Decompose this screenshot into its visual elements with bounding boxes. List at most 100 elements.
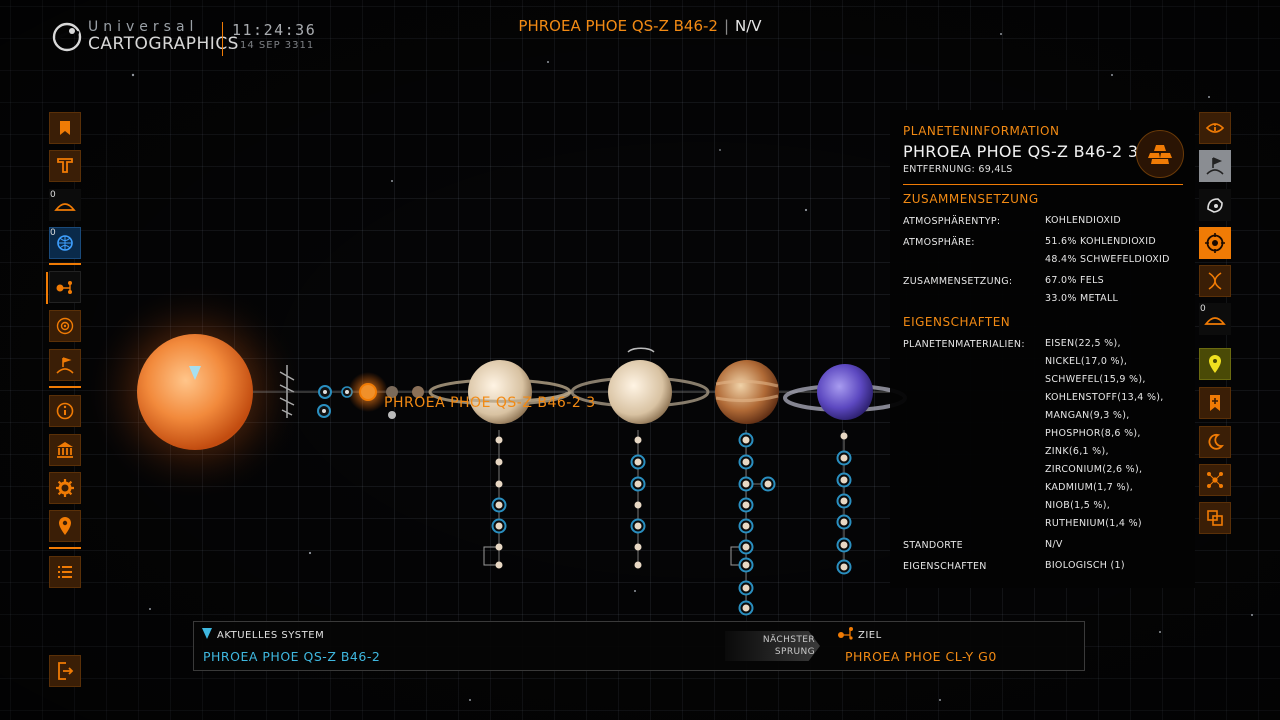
map-pin-button[interactable] bbox=[1199, 348, 1231, 380]
moon-node[interactable] bbox=[840, 497, 848, 505]
next-jump-line1: NÄCHSTER bbox=[762, 635, 815, 645]
composition-values: 67.0% FELS 33.0% METALL bbox=[1045, 272, 1118, 308]
biology-button[interactable] bbox=[1199, 265, 1231, 297]
moon-node[interactable] bbox=[840, 432, 848, 440]
material-item: MANGAN(9,3 %), bbox=[1045, 410, 1130, 421]
planet-info-panel: PLANETENINFORMATION PHROEA PHOE QS-Z B46… bbox=[890, 110, 1195, 588]
selected-planet-label: PHROEA PHOE QS-Z B46-2 3 bbox=[384, 395, 596, 411]
distance-value: 69,4LS bbox=[978, 164, 1013, 175]
moon-node[interactable] bbox=[742, 522, 750, 530]
distance-row: ENTFERNUNG: 69,4LS bbox=[903, 164, 1013, 175]
route-icon bbox=[838, 627, 853, 640]
moon-node[interactable] bbox=[495, 501, 503, 509]
panel-divider bbox=[903, 184, 1183, 185]
planet-target-icon bbox=[1205, 233, 1225, 253]
dna-icon bbox=[1208, 272, 1222, 290]
atmosphere-values: 51.6% KOHLENDIOXID 48.4% SCHWEFELDIOXID bbox=[1045, 233, 1170, 269]
material-item: ZINK(6,1 %), bbox=[1045, 446, 1109, 457]
material-item: SCHWEFEL(15,9 %), bbox=[1045, 374, 1146, 385]
composition-label: ZUSAMMENSETZUNG: bbox=[903, 276, 1013, 287]
composition-value: 67.0% FELS bbox=[1045, 275, 1104, 286]
material-item: PHOSPHOR(8,6 %), bbox=[1045, 428, 1141, 439]
material-item: NICKEL(17,0 %), bbox=[1045, 356, 1128, 367]
current-system-marker-icon bbox=[202, 628, 212, 639]
bookmark-plus-icon bbox=[1210, 395, 1220, 411]
moon-node[interactable] bbox=[840, 541, 848, 549]
probe-icon bbox=[1207, 198, 1223, 213]
moon-node[interactable] bbox=[634, 480, 642, 488]
material-item: ZIRCONIUM(2,6 %), bbox=[1045, 464, 1143, 475]
materials-badge[interactable] bbox=[1136, 130, 1184, 178]
moon-node[interactable] bbox=[742, 458, 750, 466]
moon-node[interactable] bbox=[634, 543, 642, 551]
bookmark-add-button[interactable] bbox=[1199, 387, 1231, 419]
probe-button[interactable] bbox=[1199, 189, 1231, 221]
moon-node[interactable] bbox=[742, 604, 750, 612]
materials-label: PLANETENMATERIALIEN: bbox=[903, 339, 1025, 350]
flag-icon bbox=[1206, 157, 1224, 175]
next-jump-label: NÄCHSTER SPRUNG bbox=[730, 634, 815, 658]
moon-node[interactable] bbox=[495, 543, 503, 551]
moon-node[interactable] bbox=[495, 458, 503, 466]
current-system-value[interactable]: PHROEA PHOE QS-Z B46-2 bbox=[203, 649, 380, 664]
locations-label: STANDORTE bbox=[903, 540, 963, 551]
compare-button[interactable] bbox=[1199, 502, 1231, 534]
moon-node[interactable] bbox=[840, 563, 848, 571]
planet-info-button[interactable] bbox=[1199, 112, 1231, 144]
planet-name: PHROEA PHOE QS-Z B46-2 3 bbox=[903, 142, 1139, 161]
map-pin-icon bbox=[1209, 355, 1221, 373]
material-item: KADMIUM(1,7 %), bbox=[1045, 482, 1134, 493]
moon-node[interactable] bbox=[742, 436, 750, 444]
gas-giant-3[interactable] bbox=[715, 360, 779, 424]
material-item: KOHLENSTOFF(13,4 %), bbox=[1045, 392, 1164, 403]
features-label: EIGENSCHAFTEN bbox=[903, 561, 987, 572]
current-system-label: AKTUELLES SYSTEM bbox=[217, 630, 325, 641]
material-item: EISEN(22,5 %), bbox=[1045, 338, 1121, 349]
moon-node[interactable] bbox=[495, 436, 503, 444]
moon-node[interactable] bbox=[634, 561, 642, 569]
landable-icon bbox=[1204, 317, 1226, 325]
target-label: ZIEL bbox=[858, 630, 882, 641]
moon-node[interactable] bbox=[634, 436, 642, 444]
moon-node[interactable] bbox=[495, 561, 503, 569]
moon-node[interactable] bbox=[495, 480, 503, 488]
network-icon bbox=[1207, 472, 1223, 488]
moon-node[interactable] bbox=[742, 480, 750, 488]
minerals-icon bbox=[1148, 145, 1172, 164]
material-item: RUTHENIUM(1,4 %) bbox=[1045, 518, 1142, 529]
atmosphere-label: ATMOSPHÄRE: bbox=[903, 237, 975, 248]
moon-node[interactable] bbox=[840, 518, 848, 526]
moon-node[interactable] bbox=[742, 501, 750, 509]
atmosphere-type-value: KOHLENDIOXID bbox=[1045, 215, 1121, 226]
info-circle-icon bbox=[1205, 123, 1225, 133]
moon-node[interactable] bbox=[742, 543, 750, 551]
planet-target-button[interactable] bbox=[1199, 227, 1231, 259]
moon-node[interactable] bbox=[742, 584, 750, 592]
materials-list: EISEN(22,5 %), NICKEL(17,0 %), SCHWEFEL(… bbox=[1045, 335, 1164, 533]
moon-node[interactable] bbox=[495, 522, 503, 530]
moon-node[interactable] bbox=[634, 501, 642, 509]
moons-button[interactable] bbox=[1199, 426, 1231, 458]
moon-columns bbox=[483, 430, 852, 616]
distance-label: ENTFERNUNG: bbox=[903, 164, 976, 175]
composition-value: 33.0% METALL bbox=[1045, 293, 1119, 304]
moon-node[interactable] bbox=[840, 476, 848, 484]
network-button[interactable] bbox=[1199, 464, 1231, 496]
flag-button[interactable] bbox=[1199, 150, 1231, 182]
star[interactable] bbox=[137, 334, 253, 450]
next-jump-line2: SPRUNG bbox=[774, 647, 815, 657]
compare-icon bbox=[1207, 510, 1223, 526]
moon-node[interactable] bbox=[634, 458, 642, 466]
atmosphere-value: 51.6% KOHLENDIOXID bbox=[1045, 236, 1156, 247]
gas-giant-2[interactable] bbox=[570, 347, 710, 424]
selected-planet[interactable] bbox=[359, 383, 377, 401]
properties-heading: EIGENSCHAFTEN bbox=[903, 315, 1011, 329]
moon-node[interactable] bbox=[634, 522, 642, 530]
atmosphere-value: 48.4% SCHWEFELDIOXID bbox=[1045, 254, 1170, 265]
moon-node[interactable] bbox=[764, 480, 772, 488]
moon-node[interactable] bbox=[742, 561, 750, 569]
moon-icon bbox=[1208, 433, 1224, 450]
moon-node[interactable] bbox=[840, 454, 848, 462]
features-value: BIOLOGISCH (1) bbox=[1045, 560, 1125, 571]
target-system-value[interactable]: PHROEA PHOE CL-Y G0 bbox=[845, 649, 997, 664]
